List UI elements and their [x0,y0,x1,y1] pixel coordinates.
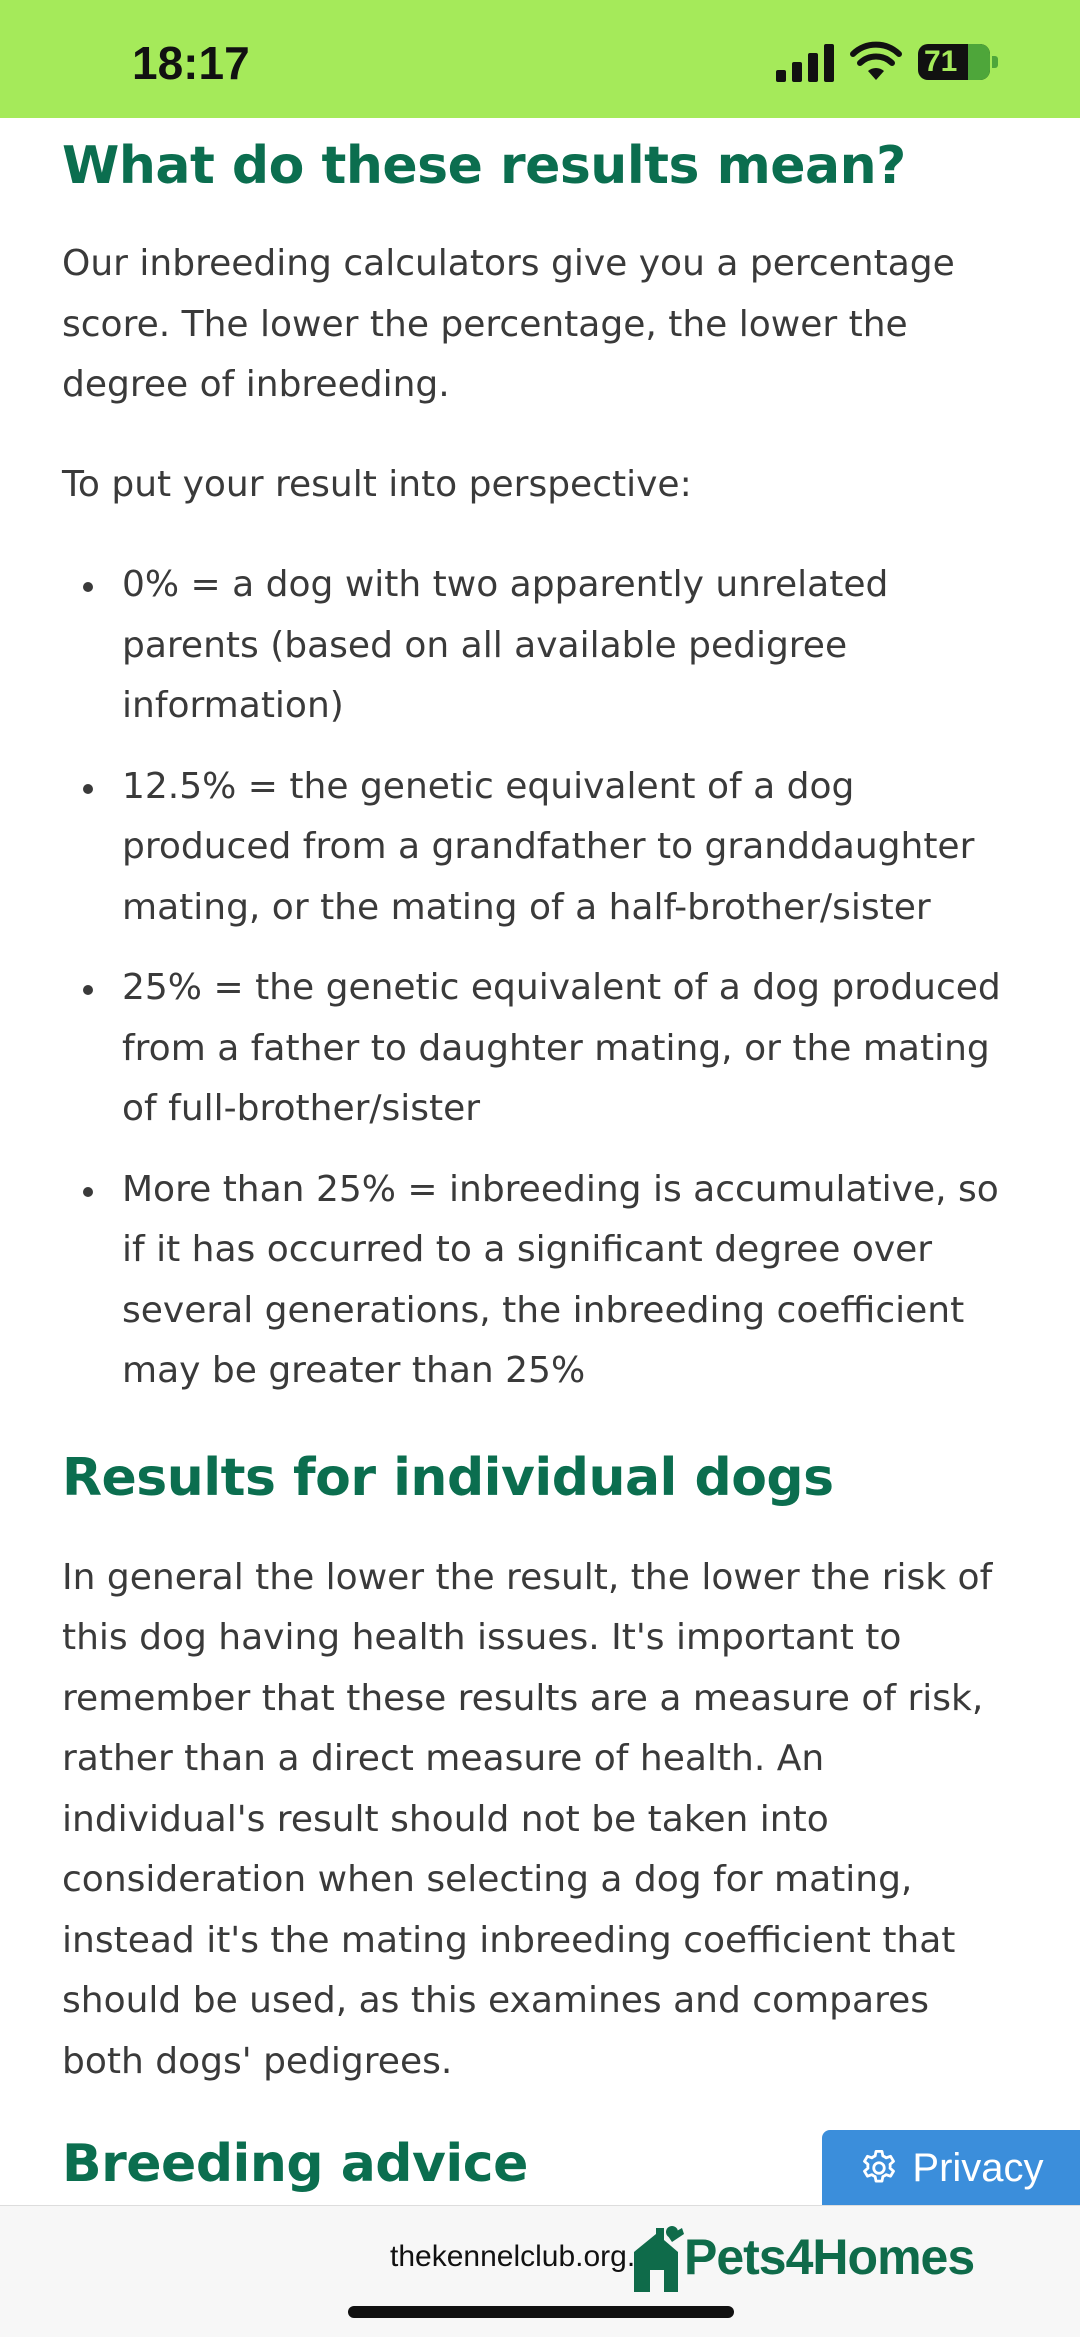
signal-icon [776,44,834,82]
list-item: 25% = the genetic equivalent of a dog pr… [83,958,1022,1140]
battery-fill [968,44,990,80]
individual-dogs-paragraph: In general the lower the result, the low… [62,1556,993,2082]
list-item: 12.5% = the genetic equivalent of a dog … [83,757,1022,939]
status-bar: 18:17 71 [0,0,1080,118]
section-heading-results-meaning: What do these results mean? [62,136,906,196]
battery-icon: 71 [918,44,990,80]
privacy-label: Privacy [912,2145,1044,2190]
list-item: More than 25% = inbreeding is accumulati… [83,1160,1022,1402]
watermark-text: Pets4Homes [684,2229,975,2285]
status-time: 18:17 [132,37,250,89]
pets4homes-logo-icon [634,2226,684,2292]
wifi-icon [850,41,902,80]
url-text[interactable]: thekennelclub.org.uk [390,2240,667,2274]
page: 18:17 71 What do these results mean? Our… [0,0,1080,2337]
intro-paragraph: Our inbreeding calculators give you a pe… [62,243,955,405]
perspective-paragraph: To put your result into perspective: [62,463,692,505]
article-content: What do these results mean? Our inbreedi… [62,118,1022,2196]
list-item: 0% = a dog with two apparently unrelated… [83,555,1022,737]
gear-icon [863,2149,896,2183]
results-list: 0% = a dog with two apparently unrelated… [62,555,1022,1402]
pets4homes-watermark: Pets4Homes [628,2226,1008,2296]
section-heading-individual-dogs: Results for individual dogs [62,1447,834,1508]
home-indicator[interactable] [348,2306,734,2318]
battery-level: 71 [924,45,958,78]
privacy-button[interactable]: Privacy [822,2130,1080,2206]
battery-tip [992,56,998,68]
